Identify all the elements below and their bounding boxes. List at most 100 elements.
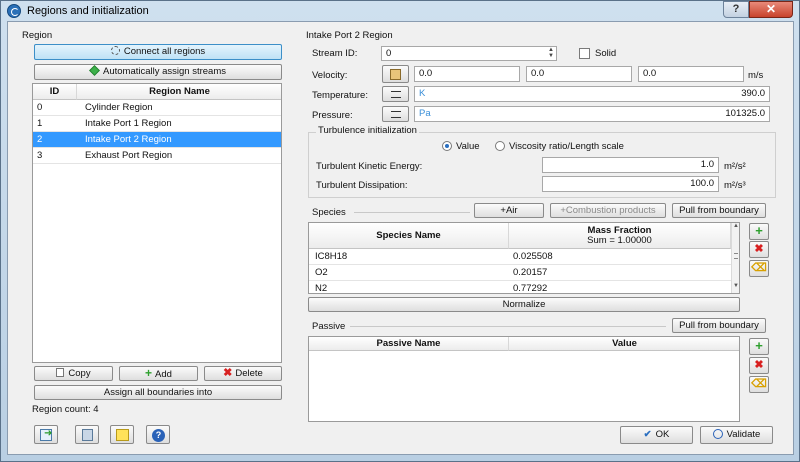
pressure-field[interactable]: Pa 101325.0 xyxy=(414,106,770,122)
close-button[interactable]: ✕ xyxy=(749,1,793,18)
validate-icon xyxy=(712,429,723,439)
assign-all-boundaries-button[interactable]: Assign all boundaries into xyxy=(34,385,282,400)
velocity-label: Velocity: xyxy=(312,70,348,81)
passive-table[interactable]: Passive Name Value xyxy=(308,336,740,422)
help-icon: ? xyxy=(152,429,165,442)
pressure-unit: Pa xyxy=(419,108,431,119)
species-scrollbar[interactable]: ▲ ▼ xyxy=(731,223,739,293)
list-icon xyxy=(391,111,401,118)
add-label: Add xyxy=(155,369,172,380)
cube-icon xyxy=(89,65,100,76)
spin-arrows-icon[interactable]: ▲ ▼ xyxy=(548,47,554,59)
table-row[interactable]: 1 Intake Port 1 Region xyxy=(33,116,281,132)
table-row-selected[interactable]: 2 Intake Port 2 Region xyxy=(33,132,281,148)
dialog-window: Regions and initialization ? ✕ Region Co… xyxy=(0,0,800,462)
help-button[interactable]: ? xyxy=(723,1,749,18)
scroll-down-icon[interactable]: ▼ xyxy=(733,283,739,289)
dialog-client: Region Connect all regions Automatically… xyxy=(7,21,794,455)
velocity-z-field[interactable]: 0.0 xyxy=(638,66,744,82)
value-radio-label: Value xyxy=(456,141,480,152)
column-header-id[interactable]: ID xyxy=(33,84,77,100)
dissipation-field[interactable]: 100.0 xyxy=(542,176,719,192)
paste-button[interactable] xyxy=(75,425,99,444)
help-button-bottom[interactable]: ? xyxy=(146,425,170,444)
list-icon xyxy=(391,91,401,98)
region-name: Intake Port 2 Region xyxy=(85,134,172,145)
column-header-passive-name[interactable]: Passive Name xyxy=(309,337,509,351)
velocity-y-field[interactable]: 0.0 xyxy=(526,66,632,82)
viscosity-ratio-radio[interactable] xyxy=(495,141,505,151)
delete-icon: ✖ xyxy=(223,367,233,379)
species-add-button[interactable]: + xyxy=(749,223,769,240)
region-count: Region count: 4 xyxy=(32,404,99,415)
validate-button[interactable]: Validate xyxy=(700,426,773,444)
title-bar: Regions and initialization ? ✕ xyxy=(1,1,799,21)
tke-label: Turbulent Kinetic Energy: xyxy=(316,161,423,172)
stream-id-spinbox[interactable]: 0 ▲ ▼ xyxy=(381,46,557,61)
region-group-label: Region xyxy=(22,30,53,41)
temperature-menu-button[interactable] xyxy=(382,86,409,102)
passive-add-button[interactable]: + xyxy=(749,338,769,355)
auto-assign-streams-label: Automatically assign streams xyxy=(102,66,227,77)
region-table[interactable]: ID Region Name 0 Cylinder Region 1 Intak… xyxy=(32,83,282,363)
column-header-mass-fraction[interactable]: Mass Fraction Sum = 1.00000 xyxy=(509,223,731,249)
connect-icon xyxy=(110,46,120,55)
species-fraction: 0.20157 xyxy=(513,267,548,278)
tke-field[interactable]: 1.0 xyxy=(542,157,719,173)
scroll-up-icon[interactable]: ▲ xyxy=(733,223,739,229)
table-row[interactable]: N2 0.77292 xyxy=(309,281,731,294)
species-clear-button[interactable]: ⌫ xyxy=(749,260,769,277)
column-header-species-name[interactable]: Species Name xyxy=(309,223,509,249)
region-name: Cylinder Region xyxy=(85,102,153,113)
validate-label: Validate xyxy=(726,429,761,440)
viscosity-ratio-label: Viscosity ratio/Length scale xyxy=(509,141,624,152)
scroll-grip-icon[interactable] xyxy=(734,253,738,259)
velocity-profile-button[interactable] xyxy=(382,65,409,83)
ok-button[interactable]: ✔ OK xyxy=(620,426,693,444)
velocity-x-field[interactable]: 0.0 xyxy=(414,66,520,82)
add-air-button[interactable]: +Air xyxy=(474,203,544,218)
species-remove-button[interactable]: ✖ xyxy=(749,241,769,258)
table-row[interactable]: 0 Cylinder Region xyxy=(33,100,281,116)
connect-all-regions-button[interactable]: Connect all regions xyxy=(34,44,282,60)
species-name: N2 xyxy=(315,283,328,294)
auto-assign-streams-button[interactable]: Automatically assign streams xyxy=(34,64,282,80)
import-button[interactable]: ➜ xyxy=(34,425,58,444)
region-name: Intake Port 1 Region xyxy=(85,118,172,129)
app-icon xyxy=(7,4,21,18)
species-table[interactable]: Species Name Mass Fraction Sum = 1.00000… xyxy=(308,222,740,294)
passive-remove-button[interactable]: ✖ xyxy=(749,357,769,374)
notes-button[interactable] xyxy=(110,425,134,444)
table-row[interactable]: 3 Exhaust Port Region xyxy=(33,148,281,164)
region-id: 0 xyxy=(37,102,43,113)
tke-unit: m²/s² xyxy=(724,161,746,172)
value-radio[interactable] xyxy=(442,141,452,151)
passive-pull-from-boundary-button[interactable]: Pull from boundary xyxy=(672,318,766,333)
column-header-region-name[interactable]: Region Name xyxy=(77,84,281,100)
note-icon xyxy=(116,429,129,441)
temperature-label: Temperature: xyxy=(312,90,368,101)
table-row[interactable]: O2 0.20157 xyxy=(309,265,731,281)
add-combustion-products-button[interactable]: +Combustion products xyxy=(550,203,666,218)
delete-button[interactable]: ✖ Delete xyxy=(204,366,282,381)
table-row[interactable]: IC8H18 0.025508 xyxy=(309,249,731,265)
solid-checkbox[interactable] xyxy=(579,48,590,59)
region-detail-title: Intake Port 2 Region xyxy=(306,30,393,41)
pressure-value: 101325.0 xyxy=(725,108,765,119)
passive-label: Passive xyxy=(312,321,346,332)
copy-button[interactable]: Copy xyxy=(34,366,113,381)
species-divider xyxy=(354,212,470,213)
pressure-menu-button[interactable] xyxy=(382,106,409,122)
species-pull-from-boundary-button[interactable]: Pull from boundary xyxy=(672,203,766,218)
add-button[interactable]: + Add xyxy=(119,366,198,381)
column-header-passive-value[interactable]: Value xyxy=(509,337,739,351)
region-id: 2 xyxy=(37,134,43,145)
arrow-icon: ➜ xyxy=(44,428,53,439)
temperature-field[interactable]: K 390.0 xyxy=(414,86,770,102)
passive-clear-button[interactable]: ⌫ xyxy=(749,376,769,393)
connect-all-regions-label: Connect all regions xyxy=(123,46,206,57)
normalize-button[interactable]: Normalize xyxy=(308,297,740,312)
species-name: O2 xyxy=(315,267,328,278)
delete-label: Delete xyxy=(235,368,263,379)
passive-divider xyxy=(350,326,666,327)
